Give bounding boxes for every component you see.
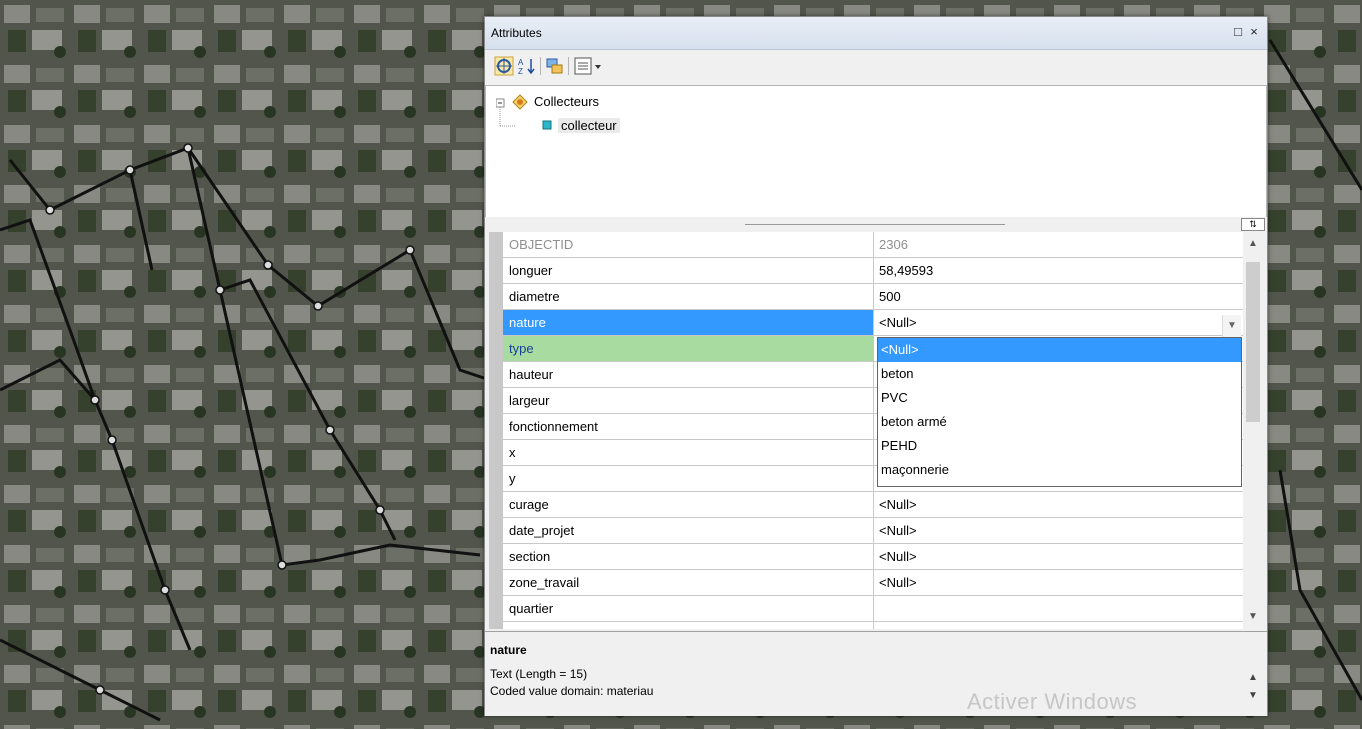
- row-gutter: [489, 232, 503, 629]
- options-icon[interactable]: [573, 56, 593, 76]
- attribute-row[interactable]: date_projet <Null>: [503, 518, 1243, 544]
- dropdown-option[interactable]: beton armé: [878, 410, 1241, 434]
- activation-watermark: Activer Windows: [967, 689, 1138, 714]
- attribute-row[interactable]: longuer 58,49593: [503, 258, 1243, 284]
- feature-tree: Collecteurs collecteur: [485, 85, 1267, 218]
- attribute-row[interactable]: zone_travail <Null>: [503, 570, 1243, 596]
- feature-icon: [542, 120, 552, 130]
- svg-text:A: A: [518, 58, 524, 67]
- attribute-name: largeur: [503, 388, 874, 413]
- attributes-window: Attributes □ × A Z Collecteurs collecteu…: [484, 16, 1268, 716]
- tree-layer-collecteurs[interactable]: Collecteurs: [534, 94, 599, 109]
- scroll-up-arrow[interactable]: ▲: [1243, 236, 1263, 252]
- attribute-name: zone_travail: [503, 570, 874, 595]
- attribute-row[interactable]: section <Null>: [503, 544, 1243, 570]
- attribute-value[interactable]: <Null>: [874, 518, 1243, 543]
- dropdown-option[interactable]: PEHD: [878, 434, 1241, 458]
- attribute-name: longuer: [503, 258, 874, 283]
- identify-icon[interactable]: [494, 56, 514, 76]
- attribute-value[interactable]: [874, 622, 1243, 629]
- attribute-value[interactable]: [874, 596, 1243, 621]
- attribute-value[interactable]: <Null>: [874, 544, 1243, 569]
- window-title: Attributes: [491, 26, 542, 40]
- attribute-name: diametre: [503, 284, 874, 309]
- pane-splitter[interactable]: ⇅: [485, 217, 1267, 231]
- nature-dropdown-arrow[interactable]: ▼: [1222, 315, 1241, 337]
- attribute-name: fonctionnement: [503, 414, 874, 439]
- dropdown-option[interactable]: maçonnerie: [878, 458, 1241, 482]
- close-window-button[interactable]: ×: [1247, 24, 1261, 40]
- description-scroll-up[interactable]: ▲: [1245, 672, 1261, 683]
- restore-window-button[interactable]: □: [1231, 24, 1245, 40]
- attribute-value[interactable]: <Null>: [874, 492, 1243, 517]
- description-scroll-down[interactable]: ▼: [1245, 690, 1261, 701]
- scroll-thumb[interactable]: [1246, 262, 1260, 422]
- attribute-name: date_projet: [503, 518, 874, 543]
- dropdown-option[interactable]: beton: [878, 362, 1241, 386]
- dropdown-arrow-icon[interactable]: [593, 56, 603, 76]
- scroll-down-arrow[interactable]: ▼: [1243, 609, 1263, 625]
- sort-ascending-icon[interactable]: A Z: [517, 56, 537, 76]
- svg-text:Z: Z: [518, 67, 523, 76]
- attribute-row[interactable]: quartier: [503, 596, 1243, 622]
- attribute-row[interactable]: [503, 622, 1243, 629]
- toolbar-separator: [568, 57, 569, 75]
- attribute-name: quartier: [503, 596, 874, 621]
- description-field-name: nature: [490, 643, 527, 657]
- dropdown-option[interactable]: PVC: [878, 386, 1241, 410]
- attribute-name: y: [503, 466, 874, 491]
- attribute-row[interactable]: diametre 500: [503, 284, 1243, 310]
- attribute-row[interactable]: curage <Null>: [503, 492, 1243, 518]
- attribute-name: [503, 622, 874, 629]
- nature-dropdown-list[interactable]: <Null> beton PVC beton armé PEHD maçonnerie: [877, 337, 1242, 487]
- attribute-name: curage: [503, 492, 874, 517]
- attribute-name: hauteur: [503, 362, 874, 387]
- attribute-row[interactable]: nature <Null>: [503, 310, 1243, 336]
- attribute-name: OBJECTID: [503, 232, 874, 257]
- attributes-toolbar: A Z: [485, 50, 1267, 84]
- attribute-name: type: [503, 336, 874, 361]
- select-features-icon[interactable]: [545, 56, 565, 76]
- attribute-name: section: [503, 544, 874, 569]
- attribute-value[interactable]: <Null>: [874, 570, 1243, 595]
- dropdown-option[interactable]: <Null>: [878, 338, 1241, 362]
- description-domain: Coded value domain: materiau: [490, 684, 654, 698]
- attribute-value[interactable]: 2306: [874, 232, 1243, 257]
- splitter-grip: [745, 224, 1005, 225]
- attribute-value[interactable]: <Null>: [874, 310, 1243, 335]
- attribute-name: x: [503, 440, 874, 465]
- tree-feature-collecteur[interactable]: collecteur: [558, 118, 620, 133]
- attribute-row[interactable]: OBJECTID 2306: [503, 232, 1243, 258]
- grid-scrollbar[interactable]: ▲ ▼: [1243, 232, 1263, 629]
- attribute-value[interactable]: 500: [874, 284, 1243, 309]
- description-type: Text (Length = 15): [490, 667, 588, 681]
- title-bar[interactable]: Attributes □ ×: [485, 17, 1267, 50]
- layer-icon: [512, 94, 528, 110]
- toolbar-separator: [540, 57, 541, 75]
- attribute-value[interactable]: 58,49593: [874, 258, 1243, 283]
- field-description-pane: nature Text (Length = 15) Coded value do…: [485, 631, 1267, 716]
- sort-toggle-button[interactable]: ⇅: [1241, 218, 1265, 231]
- attribute-name: nature: [503, 310, 874, 335]
